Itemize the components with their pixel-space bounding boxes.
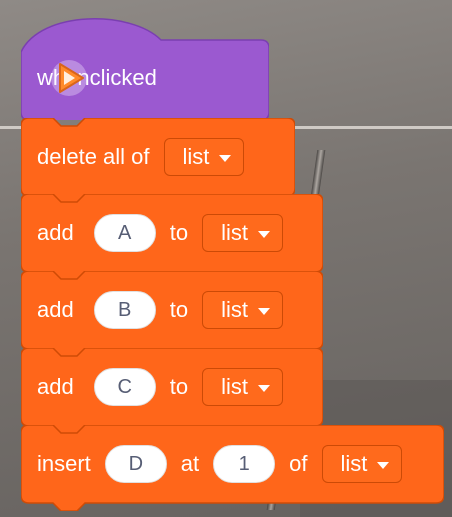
chevron-down-icon	[257, 230, 270, 238]
value-input[interactable]: C	[93, 368, 156, 406]
list-dropdown[interactable]: list	[202, 291, 283, 329]
list-dropdown-label: list	[182, 144, 210, 169]
value-input[interactable]: A	[93, 214, 156, 252]
add-label: add	[37, 297, 74, 322]
delete-all-of-block[interactable]: delete all of list	[21, 118, 295, 204]
list-dropdown[interactable]: list	[321, 445, 403, 483]
value-input-text: C	[117, 375, 132, 398]
list-dropdown-label: list	[221, 297, 248, 322]
list-dropdown-label: list	[340, 451, 368, 476]
insert-at-block[interactable]: insert D at 1 of list	[21, 425, 444, 511]
clicked-label: clicked	[89, 65, 157, 90]
list-dropdown-label: list	[221, 374, 248, 399]
list-dropdown[interactable]: list	[163, 138, 245, 176]
value-input-text: D	[128, 452, 144, 475]
chevron-down-icon	[377, 461, 390, 469]
chevron-down-icon	[257, 384, 270, 392]
chevron-down-icon	[219, 154, 232, 162]
list-dropdown[interactable]: list	[202, 214, 283, 252]
index-input-text: 1	[238, 452, 250, 475]
chevron-down-icon	[257, 307, 270, 315]
value-input[interactable]: B	[93, 291, 156, 329]
add-to-list-block[interactable]: add B to list	[21, 271, 323, 357]
list-dropdown[interactable]: list	[202, 368, 283, 406]
to-label: to	[169, 220, 189, 245]
script-stack[interactable]: when clicked delete all of list add	[0, 0, 452, 517]
of-label: of	[289, 451, 308, 476]
index-input[interactable]: 1	[213, 445, 276, 483]
to-label: to	[169, 297, 189, 322]
when-clicked-hat-block[interactable]: when clicked	[21, 12, 269, 120]
add-to-list-block[interactable]: add C to list	[21, 348, 323, 434]
delete-all-of-label: delete all of	[37, 144, 150, 169]
list-dropdown-label: list	[221, 220, 248, 245]
value-input-text: A	[118, 221, 132, 244]
add-label: add	[37, 374, 74, 399]
to-label: to	[169, 374, 189, 399]
at-label: at	[180, 451, 200, 476]
insert-label: insert	[37, 451, 91, 476]
value-input[interactable]: D	[104, 445, 167, 483]
value-input-text: B	[118, 298, 132, 321]
add-to-list-block[interactable]: add A to list	[21, 194, 323, 280]
green-flag-icon[interactable]	[49, 58, 89, 98]
add-label: add	[37, 220, 74, 245]
